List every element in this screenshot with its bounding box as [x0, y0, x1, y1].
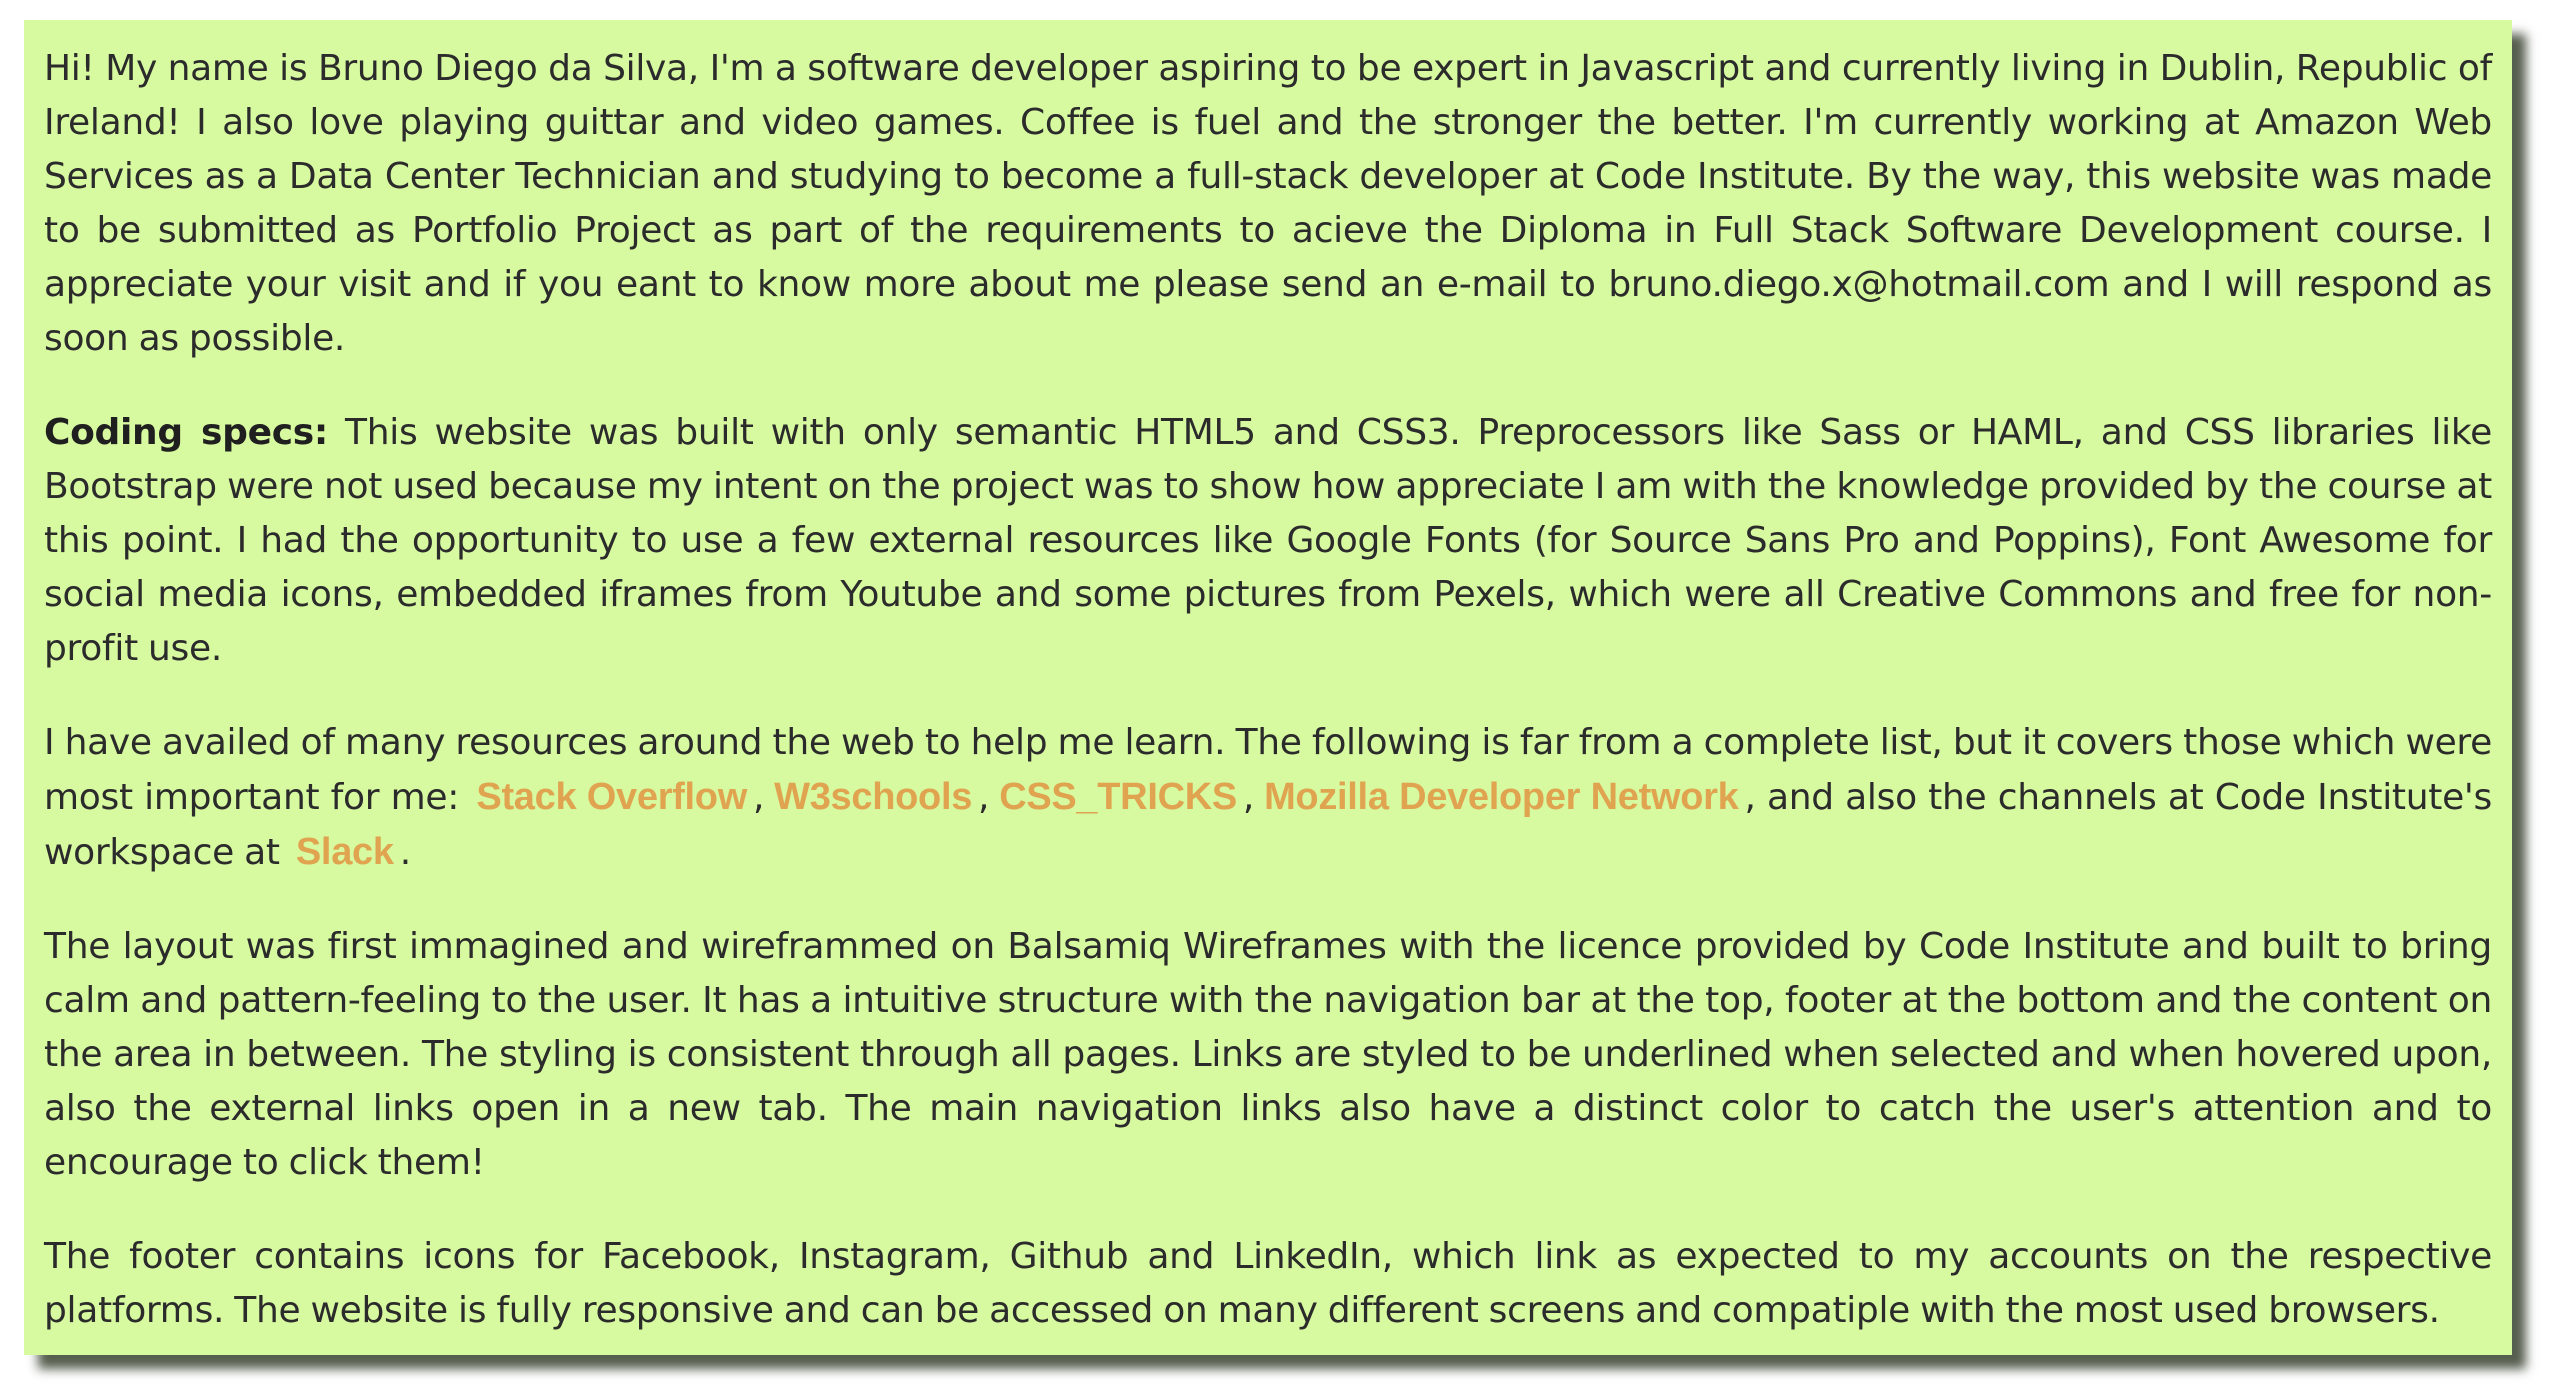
- coding-specs-text: This website was built with only semanti…: [44, 412, 2492, 669]
- mdn-link[interactable]: Mozilla Developer Network: [1258, 776, 1744, 818]
- w3schools-link[interactable]: W3schools: [768, 776, 978, 818]
- coding-specs-label: Coding specs:: [44, 412, 328, 453]
- stack-overflow-link[interactable]: Stack Overflow: [470, 776, 753, 818]
- resources-paragraph: I have availed of many resources around …: [44, 716, 2492, 880]
- slack-link[interactable]: Slack: [290, 831, 400, 873]
- layout-paragraph: The layout was first immagined and wiref…: [44, 926, 2492, 1183]
- intro-paragraph: Hi! My name is Bruno Diego da Silva, I'm…: [44, 48, 2492, 359]
- comma-separator: ,: [752, 777, 765, 818]
- coding-specs-paragraph: Coding specs: This website was built wit…: [44, 406, 2492, 676]
- css-tricks-link[interactable]: CSS_TRICKS: [993, 776, 1243, 818]
- comma-separator: ,: [978, 777, 990, 818]
- resources-end-text: .: [399, 832, 411, 873]
- comma-separator: ,: [1242, 777, 1255, 818]
- footer-paragraph: The footer contains icons for Facebook, …: [44, 1236, 2492, 1331]
- about-card: Hi! My name is Bruno Diego da Silva, I'm…: [24, 20, 2512, 1355]
